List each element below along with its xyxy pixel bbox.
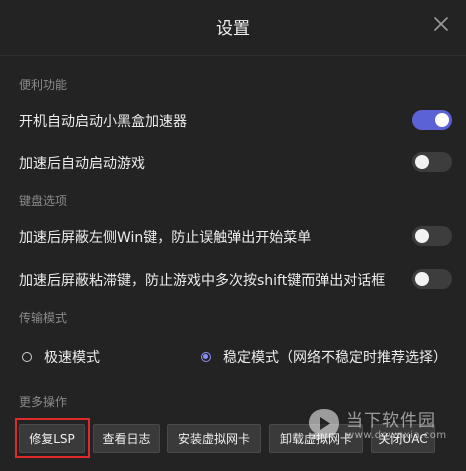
block-sticky-keys-toggle[interactable] bbox=[412, 269, 452, 289]
section-more-label: 更多操作 bbox=[19, 395, 68, 409]
autolaunch-game-toggle[interactable] bbox=[412, 152, 452, 172]
radio-circle bbox=[22, 352, 32, 362]
radio-fast-mode[interactable]: 极速模式 bbox=[22, 347, 100, 367]
option-block-win-key-label: 加速后屏蔽左侧Win键，防止误触弹出开始菜单 bbox=[19, 230, 312, 246]
dialog-title: 设置 bbox=[216, 19, 250, 39]
radio-circle-selected bbox=[201, 352, 211, 362]
toggle-knob bbox=[415, 272, 429, 286]
watermark-url: www.downxia.com bbox=[346, 430, 447, 441]
section-keyboard-label: 键盘选项 bbox=[19, 194, 68, 208]
option-block-sticky-keys-label: 加速后屏蔽粘滞键，防止游戏中多次按shift键而弹出对话框 bbox=[19, 273, 386, 289]
radio-fast-mode-label: 极速模式 bbox=[44, 350, 100, 366]
watermark-logo-icon bbox=[309, 409, 339, 439]
watermark-text: 当下软件园 bbox=[346, 411, 436, 431]
section-convenience-label: 便利功能 bbox=[19, 78, 68, 92]
title-divider bbox=[0, 55, 466, 56]
toggle-knob bbox=[435, 113, 449, 127]
option-autostart-label: 开机自动启动小黑盒加速器 bbox=[19, 114, 187, 130]
install-virtual-nic-button[interactable]: 安装虚拟网卡 bbox=[167, 424, 261, 453]
title-bar: 设置 bbox=[0, 0, 466, 54]
toggle-knob bbox=[415, 155, 429, 169]
radio-stable-mode[interactable]: 稳定模式（网络不稳定时推荐选择） bbox=[201, 347, 447, 367]
block-win-key-toggle[interactable] bbox=[412, 226, 452, 246]
watermark: 当下软件园 www.downxia.com bbox=[304, 404, 466, 471]
section-transfer-label: 传输模式 bbox=[19, 311, 68, 325]
view-log-button[interactable]: 查看日志 bbox=[93, 424, 160, 453]
toggle-knob bbox=[415, 229, 429, 243]
repair-lsp-button[interactable]: 修复LSP bbox=[19, 424, 85, 453]
autostart-toggle[interactable] bbox=[412, 110, 452, 130]
radio-stable-mode-label: 稳定模式（网络不稳定时推荐选择） bbox=[223, 350, 447, 366]
close-icon[interactable] bbox=[432, 15, 450, 33]
option-autolaunch-game-label: 加速后自动启动游戏 bbox=[19, 156, 145, 172]
